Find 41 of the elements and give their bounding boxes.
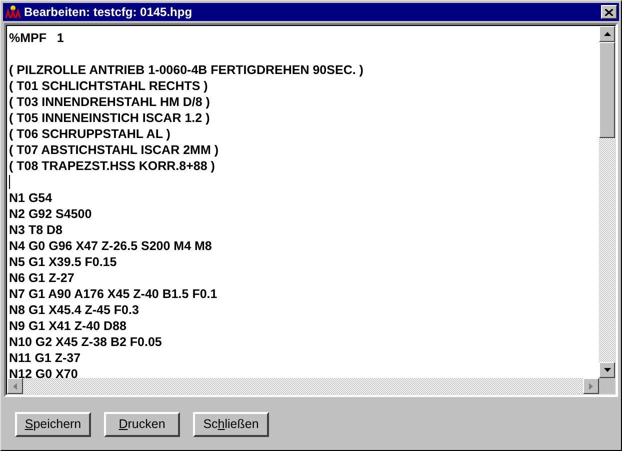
code-line: N11 G1 Z-37 <box>9 350 81 366</box>
code-line: N2 G92 S4500 <box>9 206 92 222</box>
right-arrow-icon <box>589 382 593 390</box>
code-line: N6 G1 Z-27 <box>9 270 74 286</box>
code-line: N3 T8 D8 <box>9 222 62 238</box>
down-arrow-icon <box>604 368 610 372</box>
scroll-left-button[interactable] <box>7 378 23 394</box>
code-line: ( T07 ABSTICHSTAHL ISCAR 2MM ) <box>9 142 218 158</box>
dialog-button[interactable]: Speichern <box>15 412 91 437</box>
window-title: Bearbeiten: testcfg: 0145.hpg <box>24 6 192 18</box>
code-line: ( T08 TRAPEZST.HSS KORR.8+88 ) <box>9 158 215 174</box>
code-line: N9 G1 X41 Z-40 D88 <box>9 318 126 334</box>
horizontal-scrollbar[interactable] <box>7 378 599 394</box>
editor-area[interactable] <box>6 25 616 395</box>
close-button[interactable] <box>601 5 617 19</box>
dialog-button[interactable]: Schließen <box>193 412 269 437</box>
code-line: N12 G0 X70 <box>9 366 78 378</box>
code-line: N7 G1 A90 A176 X45 Z-40 B1.5 F0.1 <box>9 286 218 302</box>
code-line: ( T06 SCHRUPPSTAHL AL ) <box>9 126 170 142</box>
text-cursor <box>9 175 10 189</box>
scroll-down-button[interactable] <box>599 362 615 378</box>
scrollbar-corner <box>599 378 615 394</box>
code-line: ( T05 INNENEINSTICH ISCAR 1.2 ) <box>9 110 210 126</box>
left-arrow-icon <box>13 382 17 390</box>
code-line: ( T01 SCHLICHTSTAHL RECHTS ) <box>9 78 208 94</box>
code-line: N5 G1 X39.5 F0.15 <box>9 254 117 270</box>
code-line: ( T03 INNENDREHSTAHL HM D/8 ) <box>9 94 210 110</box>
code-line: N8 G1 X45.4 Z-45 F0.3 <box>9 302 139 318</box>
dialog-button[interactable]: Drucken <box>104 412 180 437</box>
scroll-right-button[interactable] <box>583 378 599 394</box>
code-line: N1 G54 <box>9 190 52 206</box>
close-icon <box>605 8 613 16</box>
code-line: %MPF 1 <box>9 30 64 46</box>
code-line: N4 G0 G96 X47 Z-26.5 S200 M4 M8 <box>9 238 212 254</box>
vertical-scrollbar[interactable] <box>599 26 615 378</box>
code-line: N10 G2 X45 Z-38 B2 F0.05 <box>9 334 162 350</box>
scroll-up-button[interactable] <box>599 26 615 42</box>
up-arrow-icon <box>604 32 610 36</box>
scroll-thumb[interactable] <box>599 42 615 138</box>
code-line: ( PILZROLLE ANTRIEB 1-0060-4B FERTIGDREHEN 90SEC. ) <box>9 62 364 78</box>
app-logo-icon <box>5 5 21 19</box>
